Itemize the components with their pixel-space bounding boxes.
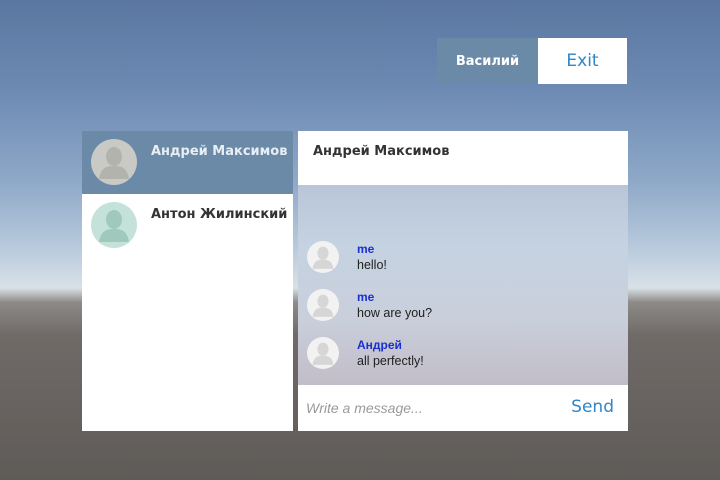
contact-name: Андрей Максимов — [151, 144, 288, 159]
message-text: hello! — [357, 258, 387, 272]
contact-item-andrey[interactable]: Андрей Максимов — [82, 131, 293, 194]
contact-item-anton[interactable]: Антон Жилинский — [82, 194, 293, 257]
message-input[interactable] — [306, 394, 556, 422]
exit-button[interactable]: Exit — [538, 38, 627, 84]
user-avatar-icon — [91, 202, 137, 248]
message-text: how are you? — [357, 306, 433, 320]
contacts-panel: Андрей Максимов Антон Жилинский — [82, 131, 293, 431]
message-author: me — [357, 242, 375, 256]
user-avatar-icon — [307, 241, 339, 273]
user-avatar-icon — [307, 337, 339, 369]
chat-title: Андрей Максимов — [313, 144, 450, 159]
message-text: all perfectly! — [357, 354, 424, 368]
current-user-button[interactable]: Василий — [437, 38, 538, 84]
user-avatar-icon — [307, 289, 339, 321]
message-list: me hello! me how are you? Андрей all per… — [298, 185, 628, 385]
message-author: Андрей — [357, 338, 402, 352]
message-composer: Send — [298, 385, 628, 431]
chat-panel: Андрей Максимов me hello! me how are you… — [298, 131, 628, 431]
user-bar: Василий Exit — [437, 38, 627, 84]
user-avatar-icon — [91, 139, 137, 185]
send-button[interactable]: Send — [571, 397, 614, 417]
contact-name: Антон Жилинский — [151, 207, 288, 222]
message-author: me — [357, 290, 375, 304]
